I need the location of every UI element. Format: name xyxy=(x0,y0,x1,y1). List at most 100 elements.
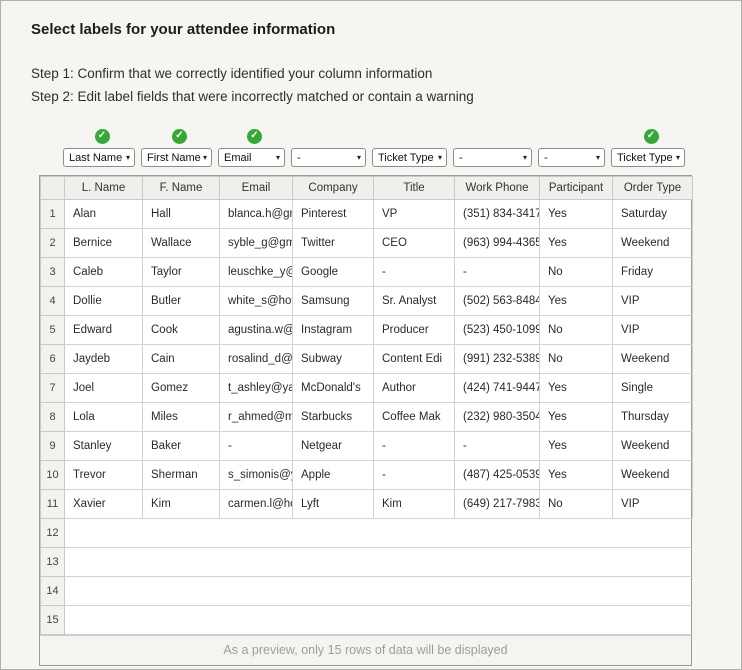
table-cell xyxy=(454,518,540,548)
column-label-select-1[interactable]: Last Name ▾ xyxy=(63,148,135,167)
column-label-select-5[interactable]: Ticket Type ▾ xyxy=(372,148,447,167)
table-cell: Subway xyxy=(292,344,374,374)
table-cell: t_ashley@yah xyxy=(219,373,293,403)
table-cell: Samsung xyxy=(292,286,374,316)
check-circle-icon: ✓ xyxy=(247,128,262,144)
column-header: Company xyxy=(292,176,374,200)
table-cell xyxy=(373,605,455,635)
table-cell xyxy=(612,518,693,548)
selected-label: - xyxy=(297,151,301,164)
chevron-down-icon: ▾ xyxy=(595,153,600,162)
table-cell: Single xyxy=(612,373,693,403)
table-cell: Weekend xyxy=(612,344,693,374)
table-cell: CEO xyxy=(373,228,455,258)
column-label-select-4[interactable]: - ▾ xyxy=(291,148,366,167)
table-cell: - xyxy=(219,431,293,461)
column-label-select-3[interactable]: Email ▾ xyxy=(218,148,285,167)
table-cell: (523) 450-1099 xyxy=(454,315,540,345)
table-row: 1 Alan Hall blanca.h@gm Pinterest VP (351) 834… xyxy=(40,199,693,229)
table-cell: Taylor xyxy=(142,257,220,287)
table-cell xyxy=(612,576,693,606)
table-cell: VIP xyxy=(612,489,693,519)
table-cell: Jaydeb xyxy=(64,344,143,374)
table-cell: Starbucks xyxy=(292,402,374,432)
column-header: Order Type xyxy=(612,176,693,200)
row-number: 8 xyxy=(40,402,65,432)
table-cell: Pinterest xyxy=(292,199,374,229)
table-cell: Weekend xyxy=(612,431,693,461)
table-cell: Kim xyxy=(373,489,455,519)
preview-table: L. Name F. Name Email Company Title Work Phon… xyxy=(40,176,693,635)
table-cell: carmen.l@hot xyxy=(219,489,293,519)
selected-label: First Name xyxy=(147,151,201,164)
column-label-select-7[interactable]: - ▾ xyxy=(538,148,605,167)
table-row: 15 xyxy=(40,605,693,635)
chevron-down-icon: ▾ xyxy=(275,153,280,162)
table-cell xyxy=(612,547,693,577)
table-cell xyxy=(219,547,293,577)
table-cell: Google xyxy=(292,257,374,287)
table-cell: No xyxy=(539,344,613,374)
table-cell: Miles xyxy=(142,402,220,432)
table-cell: Twitter xyxy=(292,228,374,258)
chevron-down-icon: ▾ xyxy=(202,153,207,162)
table-cell: Sherman xyxy=(142,460,220,490)
dropdown-slot-7: - ▾ xyxy=(538,148,611,167)
table-cell: Apple xyxy=(292,460,374,490)
table-cell: white_s@hot xyxy=(219,286,293,316)
table-cell: Weekend xyxy=(612,460,693,490)
table-row: 5EdwardCookagustina.w@gInstagramProducer… xyxy=(40,315,693,345)
row-number: 1 xyxy=(40,199,65,229)
row-number: 6 xyxy=(40,344,65,374)
table-cell: Alan xyxy=(64,199,143,229)
column-label-select-2[interactable]: First Name ▾ xyxy=(141,148,212,167)
table-row: 11XavierKimcarmen.l@hotLyftKim(649) 217-… xyxy=(40,489,693,519)
table-cell: Xavier xyxy=(64,489,143,519)
dropdown-slot-3: Email ▾ xyxy=(218,148,291,167)
table-row: 12 xyxy=(40,518,693,548)
selected-label: - xyxy=(544,151,548,164)
check-slot-8: ✓ xyxy=(611,128,691,144)
table-cell: (424) 741-9447 xyxy=(454,373,540,403)
table-cell xyxy=(539,605,613,635)
table-cell: Weekend xyxy=(612,228,693,258)
table-cell: Kim xyxy=(142,489,220,519)
table-cell: (502) 563-8484 xyxy=(454,286,540,316)
step-2-text: Step 2: Edit label fields that were inco… xyxy=(31,89,474,104)
selected-label: Last Name xyxy=(69,151,123,164)
row-number: 13 xyxy=(40,547,65,577)
table-row: 4 Dollie Butler white_s@hot Samsung Sr. Analy… xyxy=(40,286,693,316)
table-cell: Caleb xyxy=(64,257,143,287)
column-label-select-6[interactable]: - ▾ xyxy=(453,148,532,167)
table-row: 9 Stanley Baker - Netgear - - Yes Weekend xyxy=(40,431,693,461)
table-cell: r_ahmed@mu xyxy=(219,402,293,432)
table-cell: Author xyxy=(373,373,455,403)
table-cell: Lola xyxy=(64,402,143,432)
row-number: 5 xyxy=(40,315,65,345)
row-number: 10 xyxy=(40,460,65,490)
table-cell: Producer xyxy=(373,315,455,345)
table-cell: rosalind_d@ya xyxy=(219,344,293,374)
column-header: F. Name xyxy=(142,176,220,200)
table-cell xyxy=(64,576,143,606)
preview-table-frame: L. Name F. Name Email Company Title Work Phon… xyxy=(39,175,693,666)
table-row: 13 xyxy=(40,547,693,577)
table-cell: (232) 980-3504 xyxy=(454,402,540,432)
table-cell: - xyxy=(373,431,455,461)
table-cell: Butler xyxy=(142,286,220,316)
column-label-select-8[interactable]: Ticket Type ▾ xyxy=(611,148,685,167)
table-cell xyxy=(539,547,613,577)
table-cell: VIP xyxy=(612,286,693,316)
table-corner-cell xyxy=(40,176,65,200)
table-cell xyxy=(219,518,293,548)
table-cell xyxy=(292,547,374,577)
table-cell: McDonald's xyxy=(292,373,374,403)
table-row: 10TrevorShermans_simonis@yaApple-(487) 4… xyxy=(40,460,693,490)
table-cell xyxy=(142,518,220,548)
table-header-row: L. Name F. Name Email Company Title Work Phon… xyxy=(40,176,693,200)
table-cell: - xyxy=(373,257,455,287)
table-cell: Joel xyxy=(64,373,143,403)
table-cell: - xyxy=(373,460,455,490)
table-cell: Yes xyxy=(539,402,613,432)
row-number: 3 xyxy=(40,257,65,287)
